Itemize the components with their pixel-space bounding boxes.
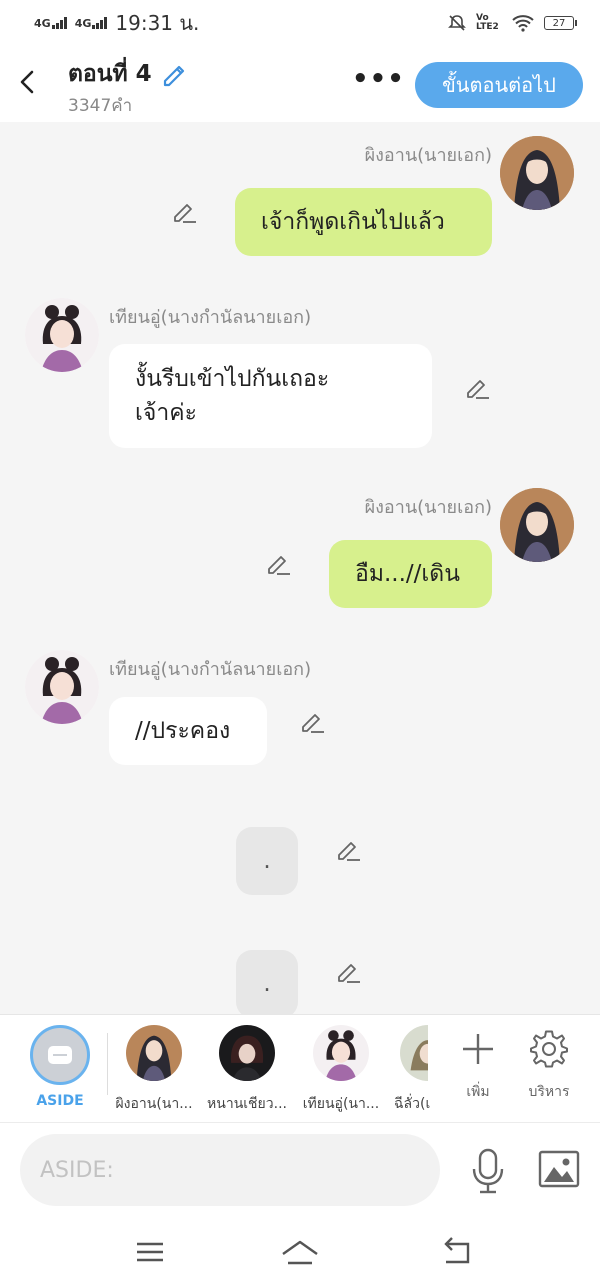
- clock: 19:31 น.: [115, 11, 200, 35]
- divider: [107, 1033, 108, 1095]
- status-bar: 4G 4G 19:31 น. Vo LTE2 27: [0, 0, 600, 46]
- avatar[interactable]: [25, 650, 99, 724]
- aside-bubble[interactable]: .: [236, 950, 298, 1014]
- next-step-button[interactable]: ขั้นตอนต่อไป: [415, 62, 583, 108]
- word-count: 3347คำ: [68, 96, 133, 116]
- character-label: หนานเชียว...: [207, 1096, 287, 1112]
- character-label: ผิงอาน(นา...: [115, 1096, 193, 1112]
- back-nav-icon[interactable]: [438, 1236, 478, 1268]
- character-avatar[interactable]: [400, 1025, 428, 1081]
- microphone-icon[interactable]: [468, 1147, 508, 1195]
- more-options-button[interactable]: •••: [352, 66, 404, 96]
- menu-icon[interactable]: [130, 1236, 170, 1268]
- wifi-icon: [512, 15, 534, 32]
- image-icon[interactable]: [538, 1149, 580, 1189]
- edit-message-icon[interactable]: [334, 836, 362, 864]
- gear-icon[interactable]: [529, 1029, 569, 1069]
- message-bubble[interactable]: อืม...//เดิน: [329, 540, 492, 608]
- character-avatar[interactable]: [313, 1025, 369, 1081]
- edit-message-icon[interactable]: [170, 198, 198, 226]
- aside-icon: [48, 1046, 72, 1064]
- character-avatar[interactable]: [126, 1025, 182, 1081]
- signal-icon-2: 4G: [75, 17, 108, 29]
- sender-name: เทียนอู่(นางกำนัลนายเอก): [109, 659, 312, 680]
- home-icon[interactable]: [280, 1236, 320, 1268]
- lte-indicator: Vo LTE2: [476, 13, 499, 32]
- aside-label: ASIDE: [36, 1093, 84, 1109]
- aside-bubble[interactable]: .: [236, 827, 298, 895]
- network-type-2: 4G: [74, 17, 92, 30]
- back-arrow-icon[interactable]: [14, 64, 42, 100]
- battery-icon: 27: [544, 16, 577, 30]
- plus-icon[interactable]: [458, 1029, 498, 1069]
- manage-label[interactable]: บริหาร: [514, 1081, 584, 1103]
- input-bar: [0, 1122, 600, 1222]
- edit-message-icon[interactable]: [463, 374, 491, 402]
- edit-title-icon[interactable]: [160, 60, 188, 88]
- system-nav-bar: [0, 1222, 600, 1287]
- add-label[interactable]: เพิ่ม: [443, 1081, 513, 1103]
- avatar[interactable]: [500, 488, 574, 562]
- sender-name: ผิงอาน(นายเอก): [364, 145, 492, 166]
- signal-icon: 4G: [34, 17, 67, 29]
- network-type: 4G: [34, 17, 51, 30]
- sender-name: ผิงอาน(นายเอก): [364, 497, 492, 518]
- edit-message-icon[interactable]: [264, 550, 292, 578]
- message-bubble[interactable]: เจ้าก็พูดเกินไปแล้ว: [235, 188, 492, 256]
- character-toolbar: ASIDE ผิงอาน(นา... หนานเชียว... เทียนอู่…: [0, 1014, 600, 1122]
- character-label: เทียนอู่(นา...: [302, 1096, 380, 1112]
- sender-name: เทียนอู่(นางกำนัลนายเอก): [109, 307, 312, 328]
- episode-title[interactable]: ตอนที่ 4: [68, 56, 188, 92]
- message-input[interactable]: [20, 1134, 440, 1206]
- character-avatar[interactable]: [219, 1025, 275, 1081]
- message-bubble[interactable]: งั้นรีบเข้าไปกันเถอะ เจ้าค่ะ: [109, 344, 432, 448]
- mute-icon: [448, 15, 466, 31]
- message-bubble[interactable]: //ประคอง: [109, 697, 267, 765]
- chat-area[interactable]: ผิงอาน(นายเอก) เจ้าก็พูดเกินไปแล้ว เทียน…: [0, 122, 600, 1014]
- header: ตอนที่ 4 3347คำ ••• ขั้นตอนต่อไป: [0, 46, 600, 122]
- episode-title-text: ตอนที่ 4: [68, 61, 152, 87]
- avatar[interactable]: [500, 136, 574, 210]
- avatar[interactable]: [25, 298, 99, 372]
- character-label: ฉีลั่ว(เ: [394, 1096, 430, 1112]
- edit-message-icon[interactable]: [298, 708, 326, 736]
- edit-message-icon[interactable]: [334, 958, 362, 986]
- aside-button[interactable]: [30, 1025, 90, 1085]
